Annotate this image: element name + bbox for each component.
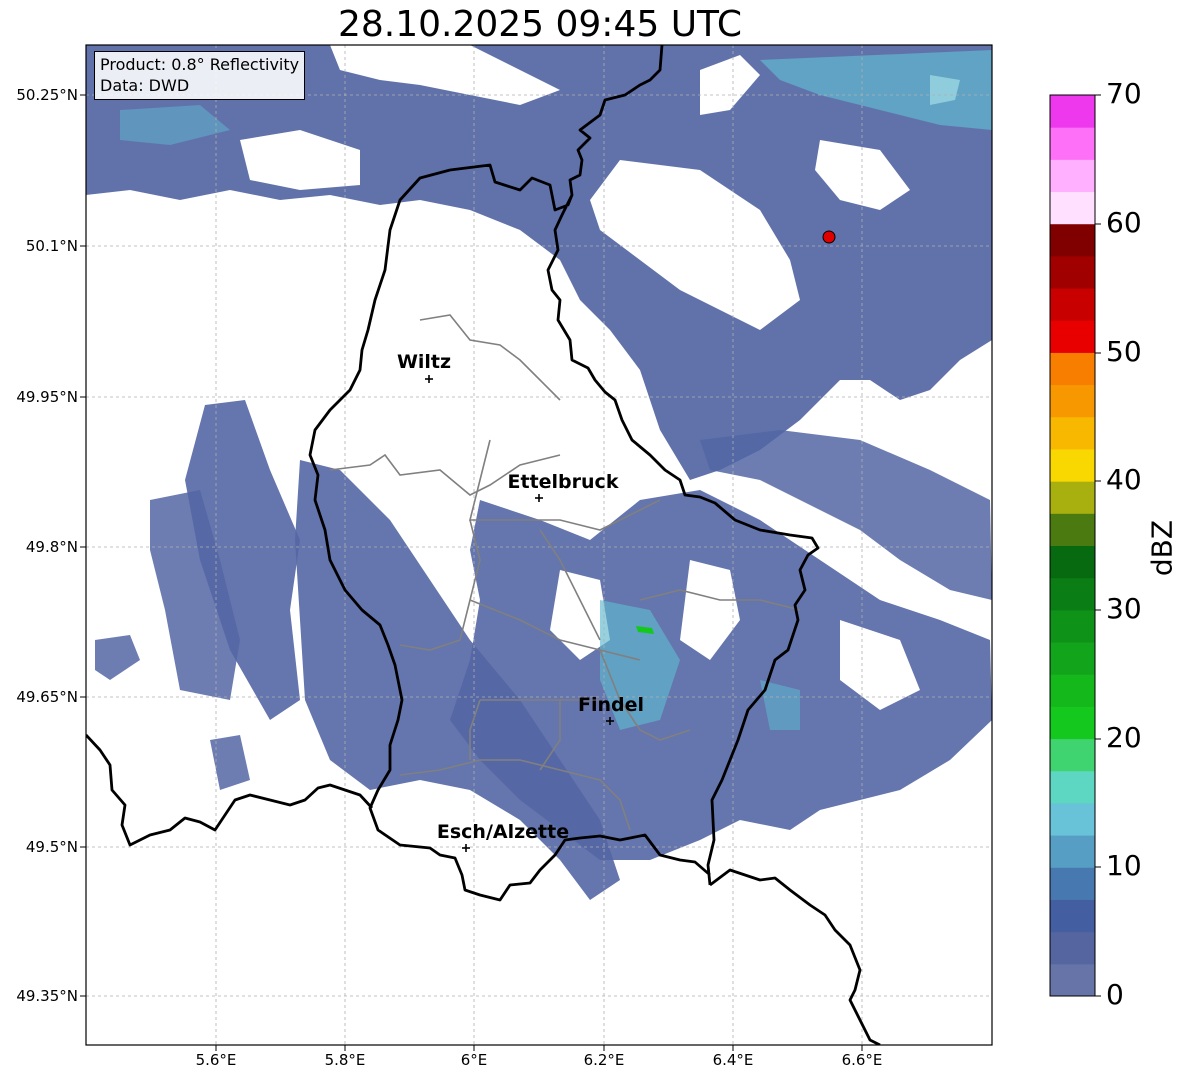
lon-tick-label: 6.4°E xyxy=(712,1051,754,1069)
colorbar-segment xyxy=(1050,802,1095,836)
colorbar-segment xyxy=(1050,288,1095,321)
colorbar-segment xyxy=(1050,352,1095,386)
colorbar-segment xyxy=(1050,867,1095,900)
colorbar-tick-label: 70 xyxy=(1106,77,1142,110)
colorbar-segment xyxy=(1050,642,1095,675)
lat-tick-label: 50.1°N xyxy=(25,237,78,255)
colorbar-segment xyxy=(1050,835,1095,868)
colorbar-segment xyxy=(1050,384,1095,418)
colorbar-segment xyxy=(1050,320,1095,353)
lon-tick-label: 5.8°E xyxy=(324,1051,366,1069)
lon-tick-label: 5.6°E xyxy=(195,1051,237,1069)
lat-tick-label: 49.35°N xyxy=(16,987,78,1005)
colorbar xyxy=(1050,95,1095,997)
colorbar-segment xyxy=(1050,448,1095,482)
city-label-findel: Findel xyxy=(578,694,644,716)
lat-tick-label: 50.25°N xyxy=(16,86,78,104)
data-source-text: Data: DWD xyxy=(100,76,190,95)
colorbar-segment xyxy=(1050,513,1095,546)
colorbar-segment xyxy=(1050,95,1095,128)
lat-tick-label: 49.95°N xyxy=(16,388,78,406)
colorbar-tick-label: 20 xyxy=(1106,721,1142,754)
lon-tick-label: 6.6°E xyxy=(841,1051,883,1069)
colorbar-segment xyxy=(1050,674,1095,707)
colorbar-segment xyxy=(1050,931,1095,965)
product-info-box: Product: 0.8° Reflectivity Data: DWD xyxy=(94,51,306,100)
colorbar-segment xyxy=(1050,481,1095,514)
product-text: Product: 0.8° Reflectivity xyxy=(100,55,300,74)
colorbar-segment xyxy=(1050,223,1095,257)
colorbar-segment xyxy=(1050,255,1095,289)
colorbar-segment xyxy=(1050,127,1095,160)
colorbar-segment xyxy=(1050,770,1095,804)
colorbar-tick-label: 40 xyxy=(1106,463,1142,496)
colorbar-segment xyxy=(1050,899,1095,933)
lat-tick-label: 49.5°N xyxy=(25,838,78,856)
colorbar-segment xyxy=(1050,706,1095,740)
colorbar-ticks xyxy=(1095,94,1101,997)
lat-tick-label: 49.8°N xyxy=(25,538,78,556)
colorbar-tick-label: 30 xyxy=(1106,592,1142,625)
colorbar-segment xyxy=(1050,738,1095,772)
colorbar-segment xyxy=(1050,577,1095,611)
colorbar-segment xyxy=(1050,545,1095,579)
colorbar-tick-label: 0 xyxy=(1106,978,1124,1011)
lon-tick-label: 6.2°E xyxy=(583,1051,625,1069)
colorbar-tick-label: 60 xyxy=(1106,206,1142,239)
colorbar-segment xyxy=(1050,416,1095,450)
lat-tick-label: 49.65°N xyxy=(16,688,78,706)
colorbar-segment xyxy=(1050,963,1095,997)
radar-map: Wiltz Ettelbruck Findel Esch/Alzette xyxy=(80,44,1101,1051)
colorbar-segment xyxy=(1050,159,1095,193)
city-label-ettelbruck: Ettelbruck xyxy=(508,471,619,493)
city-label-esch-alzette: Esch/Alzette xyxy=(437,821,569,843)
city-label-wiltz: Wiltz xyxy=(397,351,451,373)
colorbar-tick-label: 10 xyxy=(1106,849,1142,882)
radar-site-dot xyxy=(822,230,836,244)
colorbar-segment xyxy=(1050,191,1095,225)
colorbar-tick-label: 50 xyxy=(1106,335,1142,368)
lon-tick-label: 6°E xyxy=(460,1051,488,1069)
colorbar-segment xyxy=(1050,609,1095,643)
radar-site-marker xyxy=(822,230,836,244)
colorbar-label: dBZ xyxy=(1145,519,1179,577)
